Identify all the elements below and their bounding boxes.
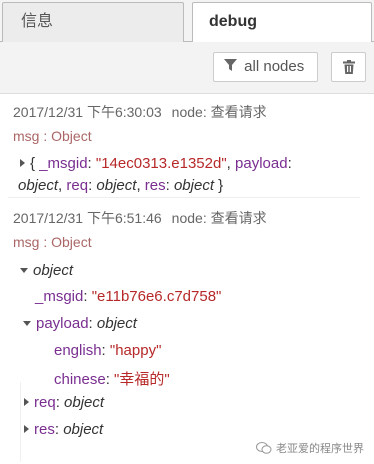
trash-icon bbox=[343, 60, 355, 74]
tree-guide-line bbox=[20, 382, 21, 462]
message-node-link[interactable]: node: 查看请求 bbox=[172, 104, 267, 120]
tree-prop-chinese: chinese: "幸福的" bbox=[54, 371, 170, 388]
message-node-link[interactable]: node: 查看请求 bbox=[172, 210, 267, 226]
message-topic: msg : Object bbox=[13, 234, 92, 250]
message-timestamp: 2017/12/31 下午6:30:03 bbox=[13, 104, 162, 120]
tree-prop-msgid: _msgid: "e11b76e6.c7d758" bbox=[35, 288, 222, 305]
tab-info[interactable]: 信息 bbox=[2, 2, 184, 42]
tree-node-req[interactable]: req: object bbox=[24, 394, 104, 411]
sidebar-tabs: 信息 debug bbox=[0, 0, 374, 43]
message-topic: msg : Object bbox=[13, 128, 92, 144]
watermark: 老亚爱的程序世界 bbox=[256, 440, 364, 458]
debug-message-list[interactable]: 2017/12/31 下午6:30:03 node: 查看请求 msg : Obj… bbox=[8, 94, 360, 464]
tree-node-root[interactable]: object bbox=[20, 262, 73, 279]
expand-arrow-icon[interactable] bbox=[20, 159, 25, 167]
wechat-icon bbox=[256, 442, 272, 454]
message-meta: 2017/12/31 下午6:51:46 node: 查看请求 bbox=[13, 208, 267, 228]
expand-arrow-icon[interactable] bbox=[24, 398, 29, 406]
message-timestamp: 2017/12/31 下午6:51:46 bbox=[13, 210, 162, 226]
message-meta: 2017/12/31 下午6:30:03 node: 查看请求 bbox=[13, 102, 267, 122]
collapse-arrow-icon[interactable] bbox=[23, 321, 31, 326]
filter-nodes-label: all nodes bbox=[244, 58, 305, 75]
collapsed-object-summary-cont: object, req: object, res: object } bbox=[18, 177, 224, 194]
expand-arrow-icon[interactable] bbox=[24, 425, 29, 433]
tree-prop-english: english: "happy" bbox=[54, 342, 162, 359]
tab-debug[interactable]: debug bbox=[192, 2, 372, 43]
collapsed-object-summary[interactable]: { _msgid: "14ec0313.e1352d", payload: bbox=[20, 155, 292, 172]
debug-toolbar: all nodes bbox=[0, 42, 374, 94]
clear-log-button[interactable] bbox=[331, 52, 366, 82]
watermark-text: 老亚爱的程序世界 bbox=[276, 443, 364, 455]
tree-node-payload[interactable]: payload: object bbox=[23, 315, 137, 332]
debug-message: 2017/12/31 下午6:30:03 node: 查看请求 msg : Obj… bbox=[8, 94, 360, 198]
tree-node-res[interactable]: res: object bbox=[24, 421, 103, 438]
filter-nodes-button[interactable]: all nodes bbox=[213, 52, 318, 82]
debug-message: 2017/12/31 下午6:51:46 node: 查看请求 msg : Obj… bbox=[8, 200, 360, 464]
filter-icon bbox=[224, 59, 237, 71]
collapse-arrow-icon[interactable] bbox=[20, 268, 28, 273]
